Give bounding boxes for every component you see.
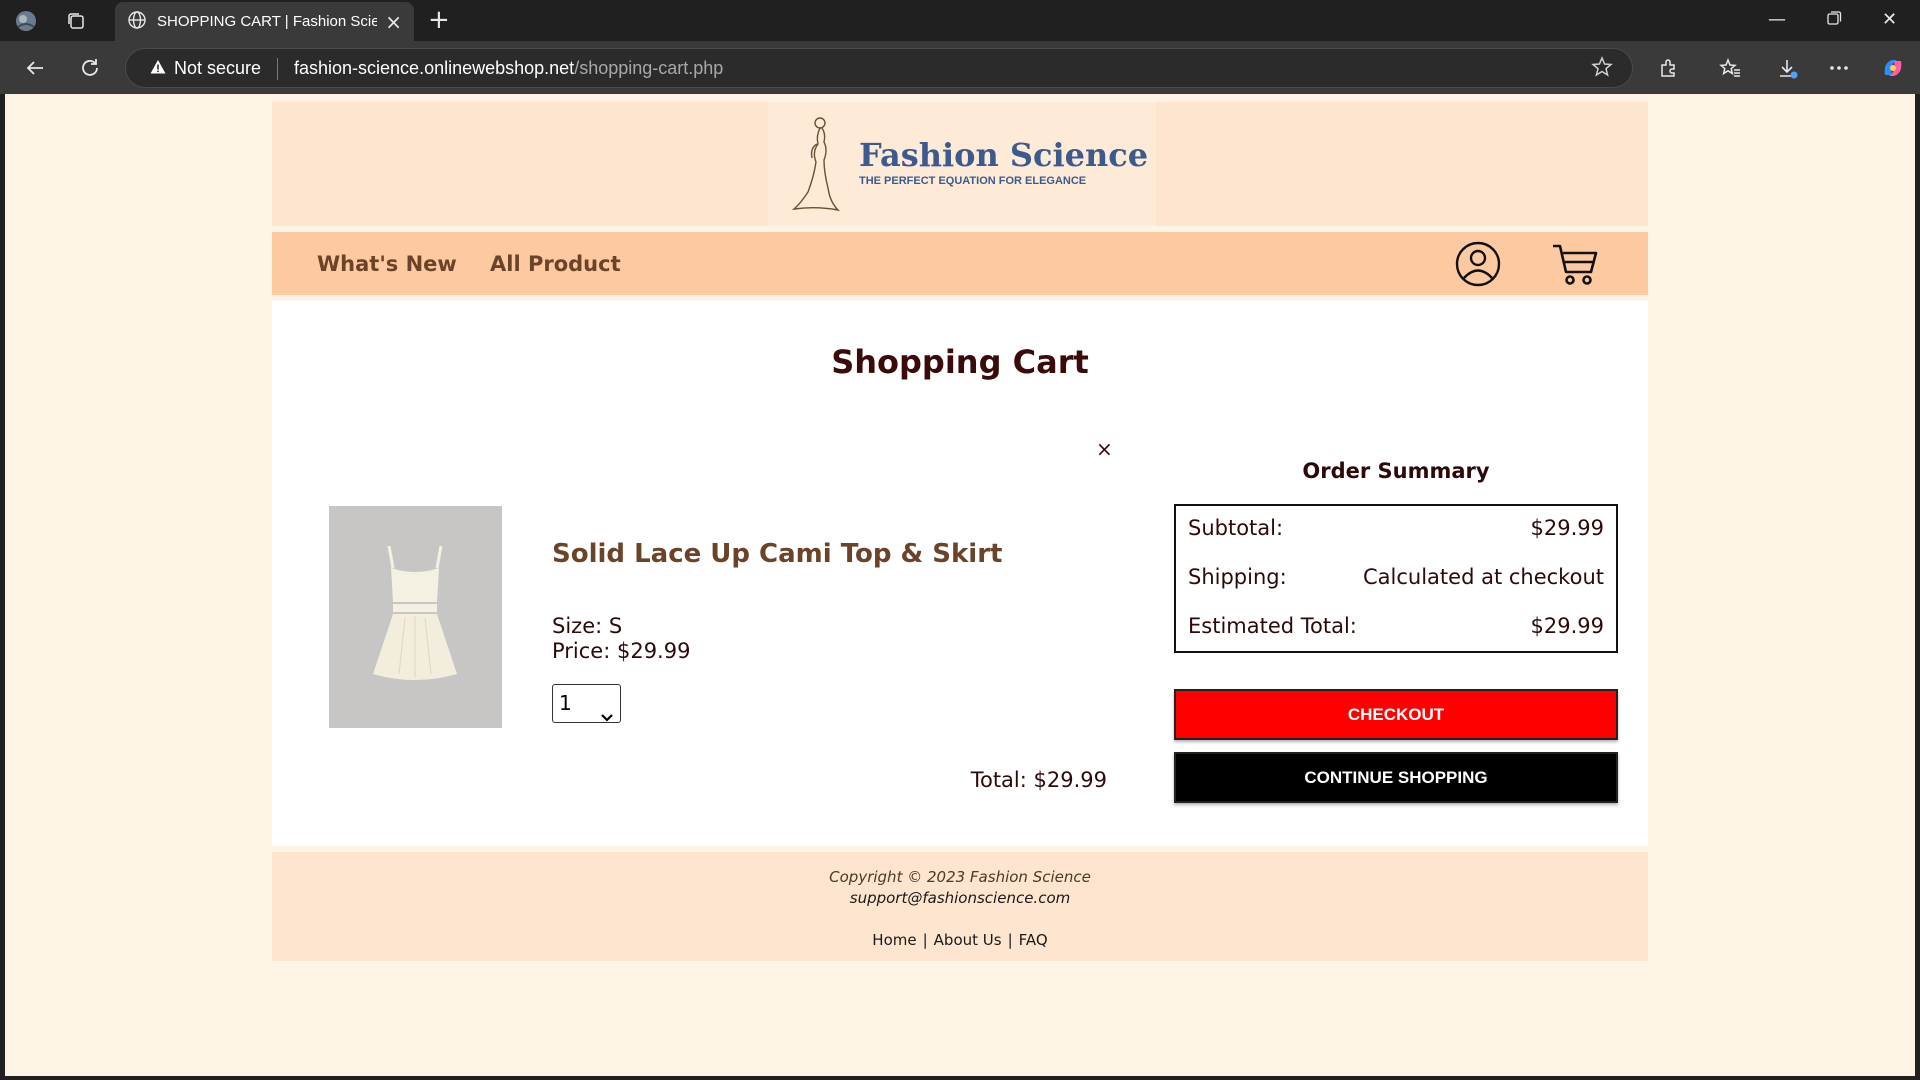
page-title: Shopping Cart bbox=[831, 343, 1089, 381]
line-total: Total: $29.99 bbox=[970, 768, 1107, 792]
active-tab[interactable]: SHOPPING CART | Fashion Science × bbox=[115, 2, 414, 41]
chevron-down-icon bbox=[600, 698, 614, 735]
star-icon[interactable] bbox=[1590, 55, 1614, 83]
address-bar[interactable]: Not secure fashion-science.onlinewebshop… bbox=[125, 48, 1633, 88]
cart-main: Shopping Cart × Solid Lace Up Cami Top &… bbox=[272, 301, 1648, 846]
footer-link-about[interactable]: About Us bbox=[934, 931, 1002, 949]
product-size: Size: S bbox=[552, 614, 623, 638]
logo-tagline: THE PERFECT EQUATION FOR ELEGANCE bbox=[859, 175, 1087, 187]
product-name[interactable]: Solid Lace Up Cami Top & Skirt bbox=[552, 539, 1002, 569]
logo-name: Fashion Science bbox=[859, 136, 1149, 174]
tabs-icon[interactable] bbox=[63, 8, 89, 34]
refresh-icon[interactable] bbox=[76, 54, 104, 82]
continue-shopping-button[interactable]: CONTINUE SHOPPING bbox=[1174, 752, 1618, 803]
nav-whats-new[interactable]: What's New bbox=[317, 252, 457, 276]
page-viewport: Fashion Science THE PERFECT EQUATION FOR… bbox=[5, 94, 1915, 1076]
summary-value: Calculated at checkout bbox=[1363, 565, 1604, 589]
checkout-button[interactable]: CHECKOUT bbox=[1174, 689, 1618, 740]
back-icon[interactable] bbox=[21, 54, 49, 82]
footer-link-faq[interactable]: FAQ bbox=[1019, 931, 1048, 949]
footer-separator: | bbox=[1007, 931, 1013, 949]
summary-label: Subtotal: bbox=[1188, 516, 1284, 540]
footer-copyright: Copyright © 2023 Fashion Science bbox=[829, 868, 1091, 886]
footer-links: Home | About Us | FAQ bbox=[272, 931, 1648, 949]
dress-silhouette-icon bbox=[790, 114, 846, 218]
downloads-icon[interactable] bbox=[1774, 55, 1800, 81]
summary-label: Estimated Total: bbox=[1188, 614, 1357, 638]
order-summary-box: Subtotal: $29.99 Shipping: Calculated at… bbox=[1174, 504, 1618, 653]
remove-item-button[interactable]: × bbox=[1096, 437, 1113, 461]
copilot-icon[interactable] bbox=[1880, 55, 1906, 81]
security-label: Not secure bbox=[174, 58, 262, 78]
close-tab-icon[interactable]: × bbox=[385, 12, 402, 32]
restore-icon[interactable] bbox=[1826, 10, 1842, 31]
footer-link-home[interactable]: Home bbox=[872, 931, 916, 949]
url-path: /shopping-cart.php bbox=[574, 58, 724, 78]
summary-row-subtotal: Subtotal: $29.99 bbox=[1188, 516, 1604, 540]
site-container: Fashion Science THE PERFECT EQUATION FOR… bbox=[272, 102, 1648, 961]
site-logo[interactable]: Fashion Science THE PERFECT EQUATION FOR… bbox=[768, 102, 1156, 226]
quantity-select[interactable]: 1 bbox=[552, 684, 621, 723]
more-icon[interactable] bbox=[1826, 55, 1852, 81]
nav-all-product[interactable]: All Product bbox=[490, 252, 621, 276]
site-footer: Copyright © 2023 Fashion Science support… bbox=[272, 852, 1648, 961]
summary-value: $29.99 bbox=[1530, 516, 1604, 540]
browser-tab-bar: SHOPPING CART | Fashion Science × + — ✕ bbox=[0, 0, 1920, 41]
summary-value: $29.99 bbox=[1530, 614, 1604, 638]
url-text[interactable]: fashion-science.onlinewebshop.net/shoppi… bbox=[294, 58, 723, 79]
summary-label: Shipping: bbox=[1188, 565, 1287, 589]
site-header: Fashion Science THE PERFECT EQUATION FOR… bbox=[272, 102, 1648, 226]
order-summary-title: Order Summary bbox=[1302, 459, 1490, 483]
globe-icon bbox=[127, 10, 147, 34]
account-icon[interactable] bbox=[1455, 241, 1501, 291]
close-window-icon[interactable]: ✕ bbox=[1882, 10, 1897, 30]
main-nav: What's New All Product bbox=[272, 232, 1648, 295]
product-price: Price: $29.99 bbox=[552, 639, 691, 663]
product-image[interactable] bbox=[329, 506, 502, 728]
url-domain: fashion-science.onlinewebshop.net bbox=[294, 58, 575, 78]
profile-avatar-icon[interactable] bbox=[13, 8, 39, 34]
quantity-value: 1 bbox=[559, 691, 572, 715]
summary-row-shipping: Shipping: Calculated at checkout bbox=[1188, 565, 1604, 589]
favorites-icon[interactable] bbox=[1717, 55, 1743, 81]
cart-icon[interactable] bbox=[1551, 242, 1599, 290]
warning-icon bbox=[150, 59, 166, 79]
summary-row-total: Estimated Total: $29.99 bbox=[1188, 614, 1604, 638]
footer-email[interactable]: support@fashionscience.com bbox=[272, 889, 1648, 907]
extensions-icon[interactable] bbox=[1656, 55, 1682, 81]
footer-separator: | bbox=[922, 931, 928, 949]
security-indicator[interactable]: Not secure bbox=[150, 58, 261, 79]
browser-toolbar: Not secure fashion-science.onlinewebshop… bbox=[0, 41, 1920, 94]
new-tab-icon[interactable]: + bbox=[428, 7, 450, 33]
minimize-icon[interactable]: — bbox=[1768, 10, 1786, 30]
tab-title: SHOPPING CART | Fashion Science bbox=[157, 13, 378, 30]
url-divider bbox=[277, 58, 278, 80]
